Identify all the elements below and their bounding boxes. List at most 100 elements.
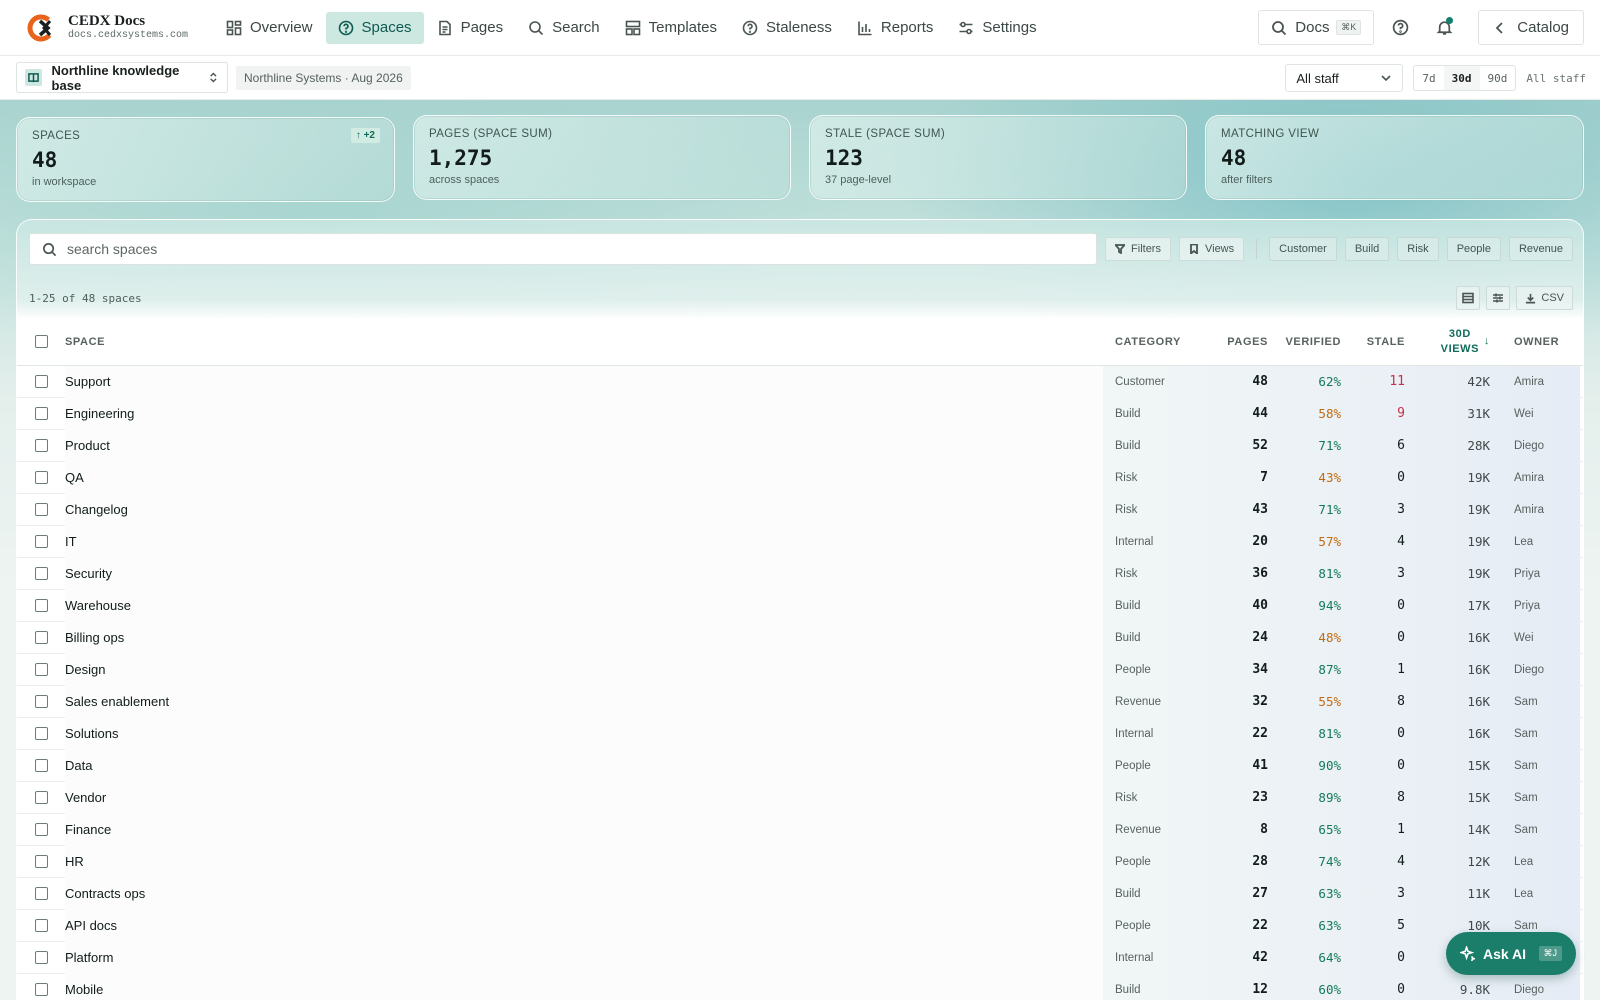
table-row[interactable]: Mobile Build 12 60% 0 9.8K Diego [17, 973, 1583, 1000]
search-spaces-input[interactable]: search spaces [29, 233, 1098, 265]
docs-search-button[interactable]: Docs ⌘K [1258, 10, 1375, 45]
staff-select[interactable]: All staff [1285, 64, 1404, 92]
density-button[interactable] [1456, 286, 1481, 310]
row-checkbox[interactable] [34, 919, 48, 932]
row-checkbox[interactable] [34, 503, 48, 516]
cell-space[interactable]: Support [65, 365, 1103, 398]
cell-space[interactable]: HR [65, 845, 1103, 878]
cell-space[interactable]: QA [65, 461, 1103, 494]
row-checkbox[interactable] [34, 407, 48, 420]
table-row[interactable]: Contracts ops Build 27 63% 3 11K Lea [17, 877, 1583, 910]
catalog-button[interactable]: Catalog [1478, 10, 1584, 45]
row-checkbox[interactable] [34, 951, 48, 964]
cell-space[interactable]: Sales enablement [65, 685, 1103, 718]
row-checkbox[interactable] [34, 439, 48, 452]
cell-space[interactable]: Billing ops [65, 621, 1103, 654]
cell-space[interactable]: Engineering [65, 397, 1103, 430]
row-checkbox[interactable] [34, 855, 48, 868]
category-chip-build[interactable]: Build [1344, 237, 1390, 261]
table-row[interactable]: Engineering Build 44 58% 9 31K Wei [17, 397, 1583, 430]
export-csv-button[interactable]: CSV [1516, 286, 1573, 310]
cell-space[interactable]: Contracts ops [65, 877, 1103, 910]
row-checkbox[interactable] [34, 727, 48, 740]
nav-pages[interactable]: Pages [425, 12, 516, 44]
cell-space[interactable]: Warehouse [65, 589, 1103, 622]
category-chip-customer[interactable]: Customer [1269, 237, 1337, 261]
row-checkbox[interactable] [34, 887, 48, 900]
table-row[interactable]: Vendor Risk 23 89% 8 15K Sam [17, 781, 1583, 814]
cell-space[interactable]: Solutions [65, 717, 1103, 750]
table-row[interactable]: Sales enablement Revenue 32 55% 8 16K Sa… [17, 685, 1583, 718]
table-row[interactable]: Product Build 52 71% 6 28K Diego [17, 429, 1583, 462]
header-category[interactable]: CATEGORY [1103, 336, 1195, 348]
cell-space[interactable]: Finance [65, 813, 1103, 846]
table-row[interactable]: HR People 28 74% 4 12K Lea [17, 845, 1583, 878]
table-row[interactable]: Design People 34 87% 1 16K Diego [17, 653, 1583, 686]
columns-button[interactable] [1486, 286, 1511, 310]
table-row[interactable]: Support Customer 48 62% 11 42K Amira [17, 365, 1583, 398]
views-button[interactable]: Views [1178, 237, 1245, 261]
cell-space[interactable]: Data [65, 749, 1103, 782]
ask-ai-button[interactable]: Ask AI ⌘J [1446, 932, 1576, 975]
table-row[interactable]: Solutions Internal 22 81% 0 16K Sam [17, 717, 1583, 750]
brand[interactable]: CEDX Docs docs.cedxsystems.com [26, 12, 210, 44]
cell-space[interactable]: Changelog [65, 493, 1103, 526]
row-checkbox[interactable] [34, 471, 48, 484]
row-checkbox[interactable] [34, 599, 48, 612]
row-checkbox[interactable] [34, 567, 48, 580]
row-checkbox[interactable] [34, 631, 48, 644]
knowledge-base-select[interactable]: Northline knowledge base [16, 62, 228, 93]
table-row[interactable]: Platform Internal 42 64% 0 [17, 941, 1583, 974]
row-checkbox[interactable] [34, 663, 48, 676]
table-row[interactable]: Changelog Risk 43 71% 3 19K Amira [17, 493, 1583, 526]
cell-space[interactable]: Mobile [65, 973, 1103, 1000]
row-checkbox[interactable] [34, 535, 48, 548]
range-90d[interactable]: 90d [1480, 66, 1516, 90]
row-checkbox[interactable] [34, 759, 48, 772]
table-row[interactable]: Warehouse Build 40 94% 0 17K Priya [17, 589, 1583, 622]
filters-button[interactable]: Filters [1105, 237, 1171, 261]
table-row[interactable]: Security Risk 36 81% 3 19K Priya [17, 557, 1583, 590]
row-checkbox[interactable] [34, 791, 48, 804]
nav-search[interactable]: Search [516, 12, 612, 44]
nav-spaces[interactable]: Spaces [325, 11, 424, 44]
nav-reports[interactable]: Reports [845, 12, 946, 44]
header-pages[interactable]: PAGES [1195, 336, 1268, 348]
cell-space[interactable]: IT [65, 525, 1103, 558]
header-verified[interactable]: VERIFIED [1268, 336, 1341, 348]
nav-settings[interactable]: Settings [946, 12, 1048, 44]
cell-space[interactable]: API docs [65, 909, 1103, 942]
cell-space[interactable]: Platform [65, 941, 1103, 974]
nav-staleness[interactable]: Staleness [730, 12, 844, 44]
cell-space[interactable]: Vendor [65, 781, 1103, 814]
nav-templates[interactable]: Templates [613, 12, 729, 44]
range-7d[interactable]: 7d [1414, 66, 1443, 90]
category-chip-people[interactable]: People [1446, 237, 1501, 261]
cell-space[interactable]: Design [65, 653, 1103, 686]
header-stale[interactable]: STALE [1341, 336, 1405, 348]
select-all-checkbox[interactable] [34, 335, 48, 348]
category-chip-revenue[interactable]: Revenue [1508, 237, 1573, 261]
help-button[interactable] [1382, 10, 1418, 45]
header-30d-views[interactable]: 30D VIEWS ↓ [1405, 327, 1490, 357]
filters-label: Filters [1131, 243, 1161, 255]
table-row[interactable]: Data People 41 90% 0 15K Sam [17, 749, 1583, 782]
table-row[interactable]: Billing ops Build 24 48% 0 16K Wei [17, 621, 1583, 654]
nav-overview[interactable]: Overview [214, 12, 325, 44]
range-30d[interactable]: 30d [1443, 66, 1480, 90]
header-space[interactable]: SPACE [65, 336, 1103, 348]
cell-space[interactable]: Product [65, 429, 1103, 462]
category-chip-risk[interactable]: Risk [1397, 237, 1439, 261]
table-row[interactable]: QA Risk 7 43% 0 19K Amira [17, 461, 1583, 494]
row-checkbox[interactable] [34, 983, 48, 996]
table-row[interactable]: IT Internal 20 57% 4 19K Lea [17, 525, 1583, 558]
notifications-button[interactable] [1426, 10, 1462, 45]
row-checkbox[interactable] [34, 823, 48, 836]
cell-category: Internal [1115, 727, 1154, 740]
table-row[interactable]: API docs People 22 63% 5 10K Sam [17, 909, 1583, 942]
row-checkbox[interactable] [34, 695, 48, 708]
row-checkbox[interactable] [34, 375, 48, 388]
header-owner[interactable]: OWNER [1490, 336, 1580, 348]
table-row[interactable]: Finance Revenue 8 65% 1 14K Sam [17, 813, 1583, 846]
cell-space[interactable]: Security [65, 557, 1103, 590]
